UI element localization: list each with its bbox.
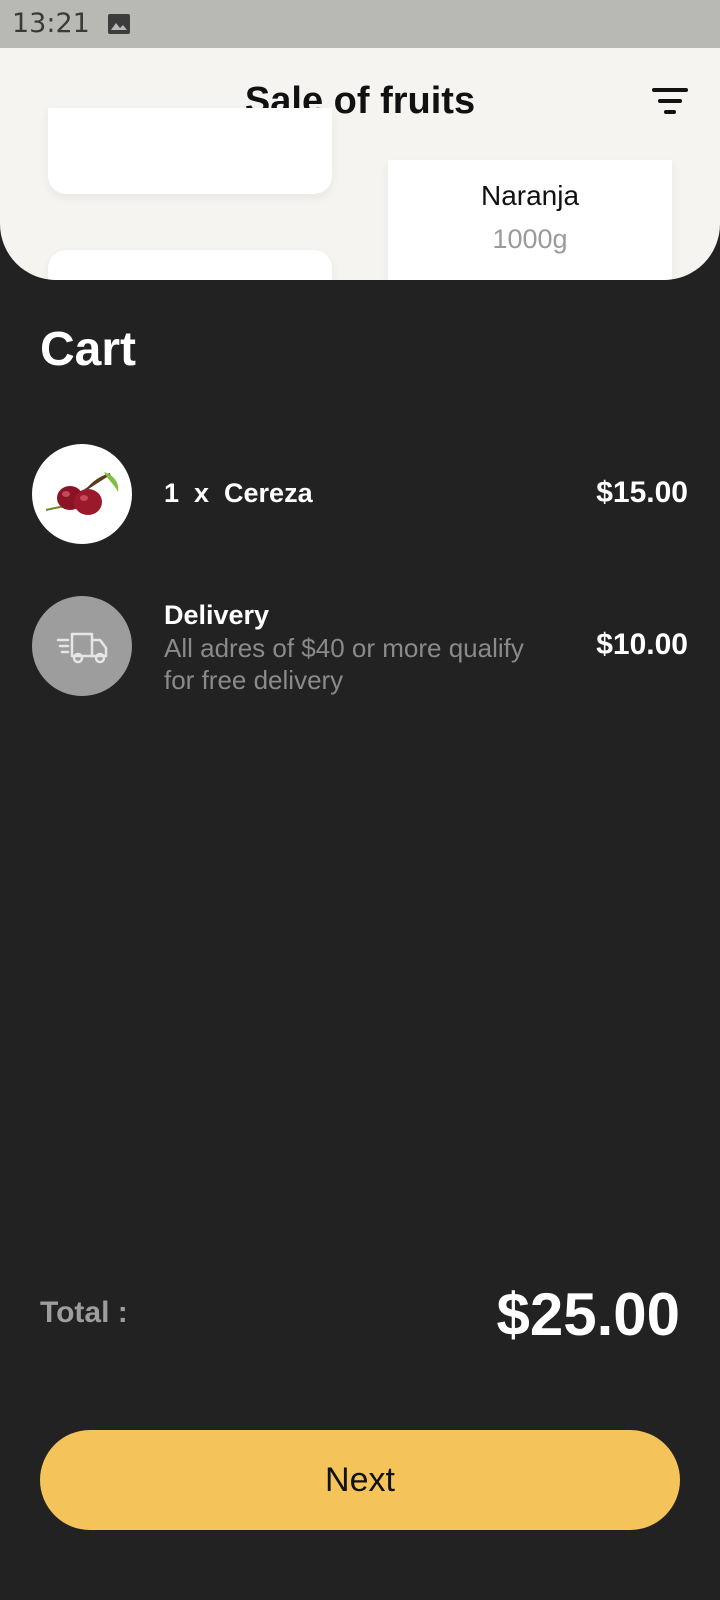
product-weight: 1000g (492, 224, 568, 254)
delivery-description: All adres of $40 or more qualify for fre… (164, 633, 524, 695)
product-name: Naranja (480, 180, 580, 211)
cart-item-price: $15.00 (596, 476, 688, 509)
product-card-naranja[interactable]: Naranja 1000g (388, 160, 672, 280)
product-card[interactable] (48, 108, 332, 194)
total-value: $25.00 (496, 1281, 680, 1348)
cart-title: Cart (40, 323, 137, 376)
delivery-row: Delivery All adres of $40 or more qualif… (32, 596, 688, 706)
status-bar: 13:21 (0, 0, 720, 48)
image-icon (108, 14, 130, 34)
status-time: 13:21 (12, 8, 90, 39)
product-sheet: Sale of fruits Naranja 1000g (0, 48, 720, 280)
cherry-icon (32, 444, 132, 544)
cart-item[interactable]: 1 x Cereza $15.00 (32, 444, 688, 544)
total-label: Total : (40, 1296, 128, 1329)
cart-item-label: 1 x Cereza (164, 478, 313, 508)
product-card[interactable] (48, 250, 332, 280)
delivery-price: $10.00 (596, 628, 688, 661)
truck-icon (32, 596, 132, 696)
filter-icon[interactable] (652, 88, 692, 120)
next-button[interactable]: Next (40, 1430, 680, 1530)
delivery-title: Delivery (164, 600, 270, 630)
